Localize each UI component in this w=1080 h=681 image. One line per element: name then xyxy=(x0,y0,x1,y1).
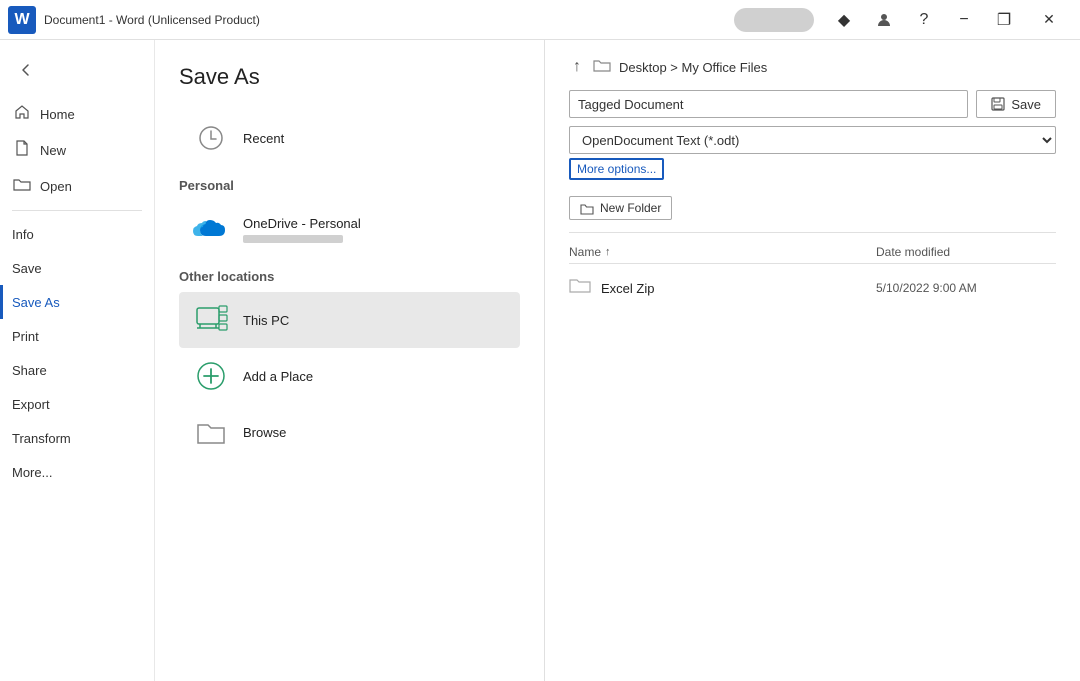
path-up-button[interactable]: ↑ xyxy=(569,56,585,78)
browse-label: Browse xyxy=(243,425,286,440)
onedrive-icon xyxy=(191,209,231,249)
user-avatar xyxy=(734,8,814,32)
sidebar-item-print[interactable]: Print xyxy=(0,319,154,353)
save-button[interactable]: Save xyxy=(976,90,1056,118)
open-icon xyxy=(12,177,32,195)
titlebar-controls: ◆ ? − ❐ ✕ xyxy=(734,4,1072,36)
sidebar-item-share[interactable]: Share xyxy=(0,353,154,387)
sidebar-item-open[interactable]: Open xyxy=(0,168,154,204)
this-pc-label: This PC xyxy=(243,313,289,328)
sidebar-item-save-as[interactable]: Save As xyxy=(0,285,154,319)
recent-icon xyxy=(191,118,231,158)
back-button[interactable] xyxy=(8,52,44,88)
saveas-left-panel: Save As Recent Personal xyxy=(155,40,545,681)
format-row: OpenDocument Text (*.odt) Word Document … xyxy=(569,126,1056,154)
app-logo: W xyxy=(8,6,36,34)
filename-input[interactable] xyxy=(569,90,968,118)
saveas-right-panel: ↑ Desktop > My Office Files Save OpenDoc… xyxy=(545,40,1080,681)
onedrive-subtext xyxy=(243,235,343,243)
sidebar-item-export-label: Export xyxy=(12,397,50,412)
other-locations-label: Other locations xyxy=(179,269,520,284)
recent-label: Recent xyxy=(243,131,284,146)
file-list-divider xyxy=(569,232,1056,233)
sidebar-item-transform[interactable]: Transform xyxy=(0,421,154,455)
close-btn[interactable]: ✕ xyxy=(1026,4,1072,36)
sidebar-item-save-label: Save xyxy=(12,261,42,276)
sidebar: Home New Open Info Save Save As Print xyxy=(0,40,155,681)
new-icon xyxy=(12,140,32,160)
personal-section-label: Personal xyxy=(179,178,520,193)
sidebar-item-more[interactable]: More... xyxy=(0,455,154,489)
app-body: Home New Open Info Save Save As Print xyxy=(0,40,1080,681)
sort-icon: ↑ xyxy=(605,246,611,258)
file-row-0[interactable]: Excel Zip 5/10/2022 9:00 AM xyxy=(569,268,1056,308)
sidebar-item-share-label: Share xyxy=(12,363,47,378)
sidebar-item-info[interactable]: Info xyxy=(0,217,154,251)
col-date-header: Date modified xyxy=(876,245,1056,259)
file-name-0: Excel Zip xyxy=(601,281,876,296)
file-date-0: 5/10/2022 9:00 AM xyxy=(876,281,1056,295)
add-place-icon xyxy=(191,356,231,396)
window-title: Document1 - Word (Unlicensed Product) xyxy=(44,13,734,27)
sidebar-item-transform-label: Transform xyxy=(12,431,71,446)
location-onedrive[interactable]: OneDrive - Personal xyxy=(179,201,520,257)
location-add-place[interactable]: Add a Place xyxy=(179,348,520,404)
format-select[interactable]: OpenDocument Text (*.odt) Word Document … xyxy=(569,126,1056,154)
minimize-btn[interactable]: − xyxy=(946,4,982,36)
saveas-title: Save As xyxy=(179,64,520,90)
sidebar-item-info-label: Info xyxy=(12,227,34,242)
titlebar: W Document1 - Word (Unlicensed Product) … xyxy=(0,0,1080,40)
file-list-header: Name ↑ Date modified xyxy=(569,241,1056,264)
file-folder-icon xyxy=(569,276,591,300)
new-folder-btn-label: New Folder xyxy=(600,201,661,215)
sidebar-item-more-label: More... xyxy=(12,465,52,480)
help-icon-btn[interactable]: ? xyxy=(906,4,942,36)
sidebar-item-new-label: New xyxy=(40,143,66,158)
home-icon xyxy=(12,104,32,124)
this-pc-icon xyxy=(191,300,231,340)
path-folder-icon xyxy=(593,57,611,78)
new-folder-button[interactable]: Name New Folder xyxy=(569,196,672,220)
sidebar-item-home-label: Home xyxy=(40,107,75,122)
sidebar-item-print-label: Print xyxy=(12,329,39,344)
col-name-header[interactable]: Name ↑ xyxy=(569,245,876,259)
sidebar-item-save[interactable]: Save xyxy=(0,251,154,285)
restore-btn[interactable]: ❐ xyxy=(986,4,1022,36)
path-text: Desktop > My Office Files xyxy=(619,60,767,75)
sidebar-item-home[interactable]: Home xyxy=(0,96,154,132)
add-place-label: Add a Place xyxy=(243,369,313,384)
sidebar-divider xyxy=(12,210,142,211)
browse-icon xyxy=(191,412,231,452)
onedrive-info: OneDrive - Personal xyxy=(243,216,361,243)
account-icon-btn[interactable] xyxy=(866,4,902,36)
content-area: Save As Recent Personal xyxy=(155,40,1080,681)
path-row: ↑ Desktop > My Office Files xyxy=(569,56,1056,78)
more-options-link[interactable]: More options... xyxy=(569,158,664,180)
filename-row: Save xyxy=(569,90,1056,118)
sidebar-item-new[interactable]: New xyxy=(0,132,154,168)
location-recent[interactable]: Recent xyxy=(179,110,520,166)
more-options-container: More options... xyxy=(569,158,1056,188)
diamond-icon-btn[interactable]: ◆ xyxy=(826,4,862,36)
sidebar-item-export[interactable]: Export xyxy=(0,387,154,421)
sidebar-item-open-label: Open xyxy=(40,179,72,194)
location-this-pc[interactable]: This PC xyxy=(179,292,520,348)
new-folder-row: Name New Folder xyxy=(569,196,1056,220)
location-browse[interactable]: Browse xyxy=(179,404,520,460)
sidebar-item-save-as-label: Save As xyxy=(12,295,60,310)
save-button-label: Save xyxy=(1011,97,1041,112)
